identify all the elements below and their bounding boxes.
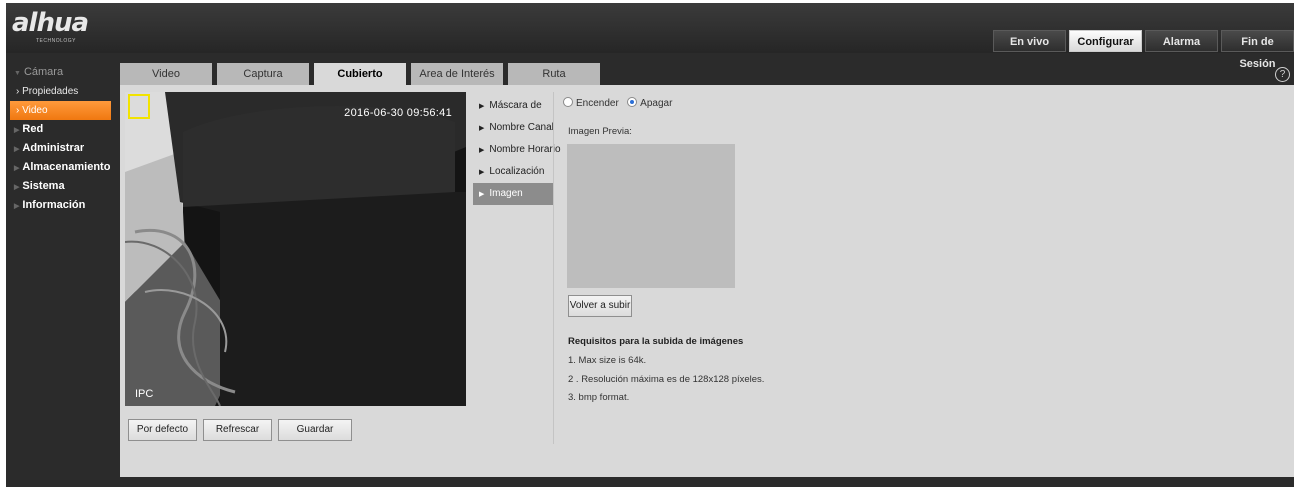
menu-item-label: Nombre Horario (489, 144, 561, 155)
sidebar-item-system[interactable]: ▶ Sistema (6, 177, 118, 196)
disable-radio[interactable] (627, 97, 638, 107)
help-icon[interactable]: ? (1275, 67, 1290, 82)
refresh-button[interactable]: Refrescar (203, 419, 272, 441)
caret-right-icon: ▶ (14, 165, 20, 172)
sidebar-item-label: Almacenamiento (22, 161, 111, 173)
menu-item-channel-title[interactable]: ▶ Nombre Canal (473, 117, 554, 139)
menu-item-image[interactable]: ▶ Imagen (473, 183, 553, 205)
caret-right-icon: ▶ (14, 184, 20, 191)
sidebar: ▼ Cámara › Propiedades › Video ▶ Red ▶ Admi… (6, 63, 118, 215)
nav-setup-button[interactable]: Configurar (1069, 30, 1142, 52)
top-navigation: En vivo Configurar Alarma Fin de Sesión (993, 30, 1294, 70)
sidebar-item-network[interactable]: ▶ Red (6, 120, 118, 139)
sidebar-item-information[interactable]: ▶ Información (6, 196, 118, 215)
camera-scene-image (125, 92, 466, 406)
reupload-button[interactable]: Volver a subir (568, 295, 632, 317)
menu-item-location[interactable]: ▶ Localización (473, 161, 553, 183)
content-panel: 2016-06-30 09:56:41 IPC Por defecto Refr… (120, 85, 1294, 477)
triangle-right-icon: ▶ (479, 125, 485, 132)
overlay-menu: ▶ Máscara de ▶ Nombre Canal ▶ Nombre Horari… (473, 95, 561, 205)
overlay-toggle: Encender Apagar (563, 97, 672, 109)
menu-item-time-title[interactable]: ▶ Nombre Horario (473, 139, 561, 161)
video-timestamp: 2016-06-30 09:56:41 (344, 107, 452, 119)
tab-path[interactable]: Ruta (508, 63, 600, 85)
menu-item-label: Nombre Canal (489, 122, 554, 133)
menu-item-label: Máscara de (489, 100, 542, 111)
requirement-item: 2 . Resolución máxima es de 128x128 píxe… (568, 374, 765, 385)
tab-roi[interactable]: Area de Interés (411, 63, 503, 85)
tab-snapshot[interactable]: Captura (217, 63, 309, 85)
sidebar-item-label: Administrar (22, 142, 85, 154)
image-preview-area (567, 144, 735, 288)
sidebar-subitem-video[interactable]: › Video (10, 101, 111, 120)
sidebar-item-label: Información (22, 199, 86, 211)
sidebar-item-storage[interactable]: ▶ Almacenamiento (6, 158, 118, 177)
sidebar-item-label: Red (22, 123, 44, 135)
triangle-right-icon: ▶ (479, 169, 485, 176)
nav-live-button[interactable]: En vivo (993, 30, 1066, 52)
sidebar-item-camera[interactable]: ▼ Cámara (6, 63, 118, 82)
privacy-mask-region[interactable] (128, 94, 150, 119)
tab-overlay[interactable]: Cubierto (314, 63, 406, 85)
triangle-right-icon: ▶ (479, 103, 485, 110)
sidebar-item-label: Cámara (23, 66, 64, 78)
sidebar-subitem-properties[interactable]: › Propiedades (6, 82, 118, 101)
menu-item-label: Imagen (489, 188, 523, 199)
sidebar-subitem-label: Propiedades (22, 86, 79, 97)
menu-divider (553, 92, 554, 444)
brand-logo-subtext: TECHNOLOGY (36, 38, 77, 44)
sidebar-subitem-label: Video (22, 105, 48, 116)
caret-right-icon: ▶ (14, 127, 20, 134)
triangle-right-icon: ▶ (479, 147, 485, 154)
nav-logout-button[interactable]: Fin de Sesión (1221, 30, 1294, 70)
requirement-item: 1. Max size is 64k. (568, 355, 647, 366)
tab-video[interactable]: Video (120, 63, 212, 85)
disable-radio-label: Apagar (640, 98, 673, 109)
video-preview: 2016-06-30 09:56:41 IPC (125, 92, 466, 406)
requirements-title: Requisitos para la subida de imágenes (568, 336, 744, 347)
nav-alarm-button[interactable]: Alarma (1145, 30, 1218, 52)
caret-right-icon: ▶ (14, 146, 20, 153)
chevron-right-icon: › (16, 105, 20, 116)
triangle-right-icon: ▶ (479, 191, 485, 198)
top-header: alhua TECHNOLOGY En vivo Configurar Alar… (6, 3, 1294, 70)
save-button[interactable]: Guardar (278, 419, 352, 441)
brand-logo: alhua (12, 8, 89, 38)
sidebar-item-label: Sistema (22, 180, 65, 192)
channel-title-overlay: IPC (135, 388, 154, 400)
enable-radio[interactable] (563, 97, 573, 107)
default-button[interactable]: Por defecto (128, 419, 197, 441)
caret-down-icon: ▼ (14, 70, 21, 77)
tab-bar: Video Captura Cubierto Area de Interés R… (120, 63, 600, 85)
enable-radio-label: Encender (576, 98, 619, 109)
caret-right-icon: ▶ (14, 203, 20, 210)
preview-label: Imagen Previa: (568, 126, 632, 137)
sidebar-item-event[interactable]: ▶ Administrar (6, 139, 118, 158)
menu-item-privacy-mask[interactable]: ▶ Máscara de (473, 95, 553, 117)
menu-item-label: Localización (489, 166, 545, 177)
requirement-item: 3. bmp format. (568, 392, 630, 403)
chevron-right-icon: › (16, 86, 20, 97)
app-frame: alhua TECHNOLOGY En vivo Configurar Alar… (6, 3, 1294, 487)
